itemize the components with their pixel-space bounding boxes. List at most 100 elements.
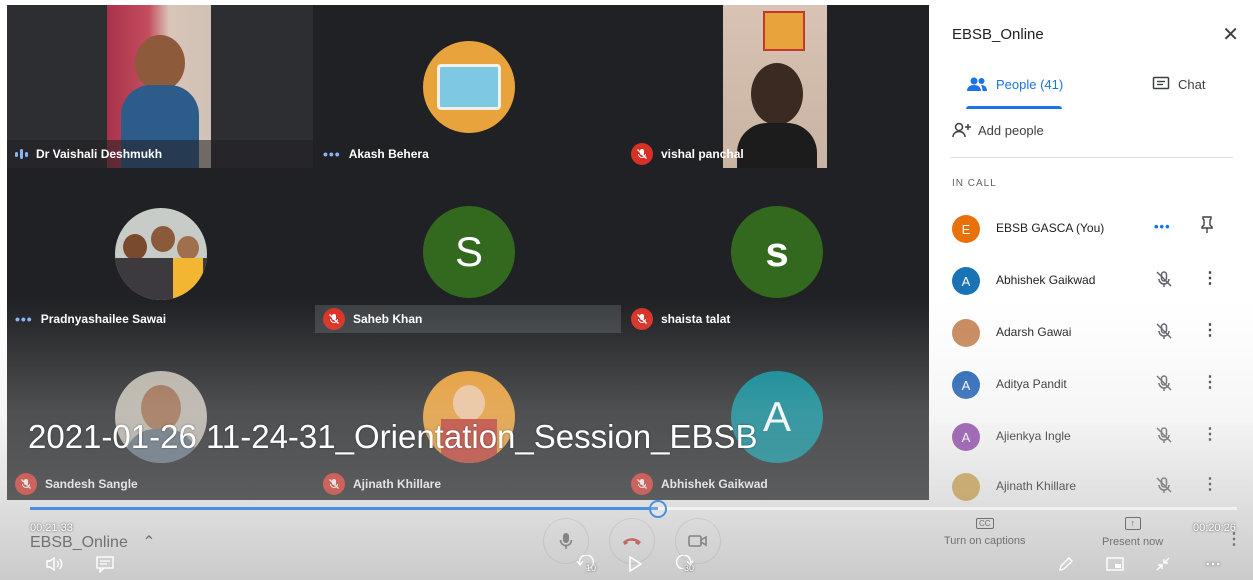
- present-label: Present now: [1102, 536, 1164, 548]
- video-tile[interactable]: ••• Pradnyashailee Sawai: [7, 170, 313, 333]
- tab-chat-label: Chat: [1178, 76, 1206, 92]
- elapsed-time: 00:21:33: [30, 522, 73, 534]
- video-tile[interactable]: S Saheb Khan: [315, 170, 621, 333]
- video-tile[interactable]: Dr Vaishali Deshmukh: [7, 5, 313, 168]
- participant-row[interactable]: E EBSB GASCA (You) •••: [930, 202, 1253, 254]
- skip-back-seconds: 10: [585, 563, 596, 573]
- participant-row[interactable]: A Abhishek Gaikwad ⋮: [930, 254, 1253, 306]
- captions-button[interactable]: CC Turn on captions: [944, 517, 1026, 547]
- participant-name: Ajinath Khillare: [353, 477, 442, 491]
- avatar: E: [952, 215, 980, 243]
- mic-icon: [559, 533, 573, 549]
- active-tab-indicator: [966, 106, 1062, 109]
- more-dots-icon: •••: [1154, 219, 1171, 234]
- panel-title: EBSB_Online: [952, 26, 1044, 43]
- participant-name: Saheb Khan: [353, 312, 423, 326]
- participant-name: Ajinath Khillare: [996, 479, 1077, 493]
- more-options-icon[interactable]: ⋮: [1202, 268, 1218, 288]
- avatar: S: [423, 206, 515, 298]
- skip-forward-seconds: 30: [683, 563, 694, 573]
- speaking-indicator-icon: [15, 149, 28, 159]
- video-tile[interactable]: Ajinath Khillare: [315, 335, 621, 498]
- video-tile[interactable]: ••• Akash Behera: [315, 5, 621, 168]
- mic-off-icon: [1154, 321, 1174, 346]
- meet-recording-frame: Dr Vaishali Deshmukh ••• Akash Behera vi…: [0, 0, 1253, 580]
- mic-off-icon: [1154, 425, 1174, 450]
- mic-off-icon: [631, 308, 653, 330]
- miniplayer-icon[interactable]: [1104, 553, 1126, 575]
- more-horizontal-icon[interactable]: ⋯: [1202, 553, 1224, 575]
- people-icon: [967, 77, 987, 91]
- mic-off-icon: [323, 308, 345, 330]
- seek-progress: [30, 507, 658, 510]
- more-options-icon[interactable]: ⋮: [1202, 424, 1218, 444]
- more-dots-icon: •••: [15, 311, 33, 327]
- meeting-name: EBSB_Online: [30, 534, 128, 551]
- participant-name: vishal panchal: [661, 147, 744, 161]
- add-people-button[interactable]: Add people: [952, 122, 1044, 138]
- pencil-icon[interactable]: [1055, 553, 1077, 575]
- avatar: [952, 319, 980, 347]
- participant-row[interactable]: A Aditya Pandit ⋮: [930, 358, 1253, 410]
- seek-handle[interactable]: [648, 500, 667, 518]
- participant-name: Pradnyashailee Sawai: [40, 312, 167, 326]
- mic-off-icon: [631, 473, 653, 495]
- more-options-icon[interactable]: ⋮: [1202, 320, 1218, 340]
- participant-row[interactable]: A Ajienkya Ingle ⋮: [930, 410, 1253, 462]
- video-tile[interactable]: Sandesh Sangle: [7, 335, 313, 498]
- participant-name: shaista talat: [661, 312, 731, 326]
- tab-people-label: People (41): [996, 76, 1064, 92]
- participant-name: Akash Behera: [348, 147, 429, 161]
- people-panel: EBSB_Online ✕ People (41) Chat Add peopl…: [930, 0, 1253, 580]
- video-tile[interactable]: s shaista talat: [623, 170, 929, 333]
- play-icon: [629, 556, 642, 572]
- avatar: A: [952, 371, 980, 399]
- participant-name: Sandesh Sangle: [45, 477, 138, 491]
- participant-name: Dr Vaishali Deshmukh: [36, 147, 163, 161]
- add-person-icon: [952, 122, 971, 138]
- meeting-details-button[interactable]: EBSB_Online ⌃: [30, 532, 156, 552]
- skip-forward-button[interactable]: 30: [672, 552, 696, 576]
- participant-name: Abhishek Gaikwad: [661, 477, 768, 491]
- pin-icon[interactable]: [1200, 216, 1214, 239]
- participant-name: Aditya Pandit: [996, 377, 1067, 391]
- hang-up-icon: [623, 538, 641, 545]
- exit-fullscreen-icon[interactable]: [1152, 553, 1174, 575]
- divider: [950, 157, 1233, 158]
- avatar: [115, 208, 207, 300]
- participant-row[interactable]: Adarsh Gawai ⋮: [930, 306, 1253, 358]
- mic-off-icon: [631, 143, 653, 165]
- volume-icon[interactable]: [44, 553, 66, 575]
- video-title: 2021-01-26 11-24-31_Orientation_Session_…: [28, 418, 758, 455]
- more-dots-icon: •••: [323, 146, 341, 162]
- more-options-icon[interactable]: ⋮: [1202, 372, 1218, 392]
- chevron-up-icon: ⌃: [142, 534, 156, 551]
- add-people-label: Add people: [978, 122, 1044, 138]
- more-options-icon[interactable]: ⋮: [1202, 474, 1218, 494]
- video-tile[interactable]: vishal panchal: [623, 5, 929, 168]
- captions-label: Turn on captions: [944, 535, 1026, 547]
- tab-chat[interactable]: Chat: [1152, 62, 1205, 106]
- participant-name: Adarsh Gawai: [996, 325, 1072, 339]
- mic-off-icon: [1154, 475, 1174, 500]
- camera-icon: [688, 535, 707, 547]
- participant-name: EBSB GASCA (You): [996, 221, 1105, 235]
- mic-off-icon: [1154, 373, 1174, 398]
- avatar: A: [952, 423, 980, 451]
- avatar: A: [952, 267, 980, 295]
- close-icon[interactable]: ✕: [1222, 22, 1239, 47]
- video-tile[interactable]: A Abhishek Gaikwad: [623, 335, 929, 498]
- participant-name: Abhishek Gaikwad: [996, 273, 1096, 287]
- tab-people[interactable]: People (41): [966, 62, 1063, 106]
- play-button[interactable]: [624, 552, 646, 576]
- seek-bar[interactable]: [30, 507, 1237, 510]
- mic-off-icon: [1154, 269, 1174, 294]
- subtitles-icon[interactable]: [94, 553, 116, 575]
- present-now-button[interactable]: ↑ Present now: [1102, 517, 1163, 548]
- mic-off-icon: [323, 473, 345, 495]
- present-icon: ↑: [1124, 517, 1141, 530]
- skip-back-button[interactable]: 10: [574, 552, 598, 576]
- chat-icon: [1152, 76, 1170, 90]
- avatar: [952, 473, 980, 501]
- cc-icon: CC: [975, 518, 994, 529]
